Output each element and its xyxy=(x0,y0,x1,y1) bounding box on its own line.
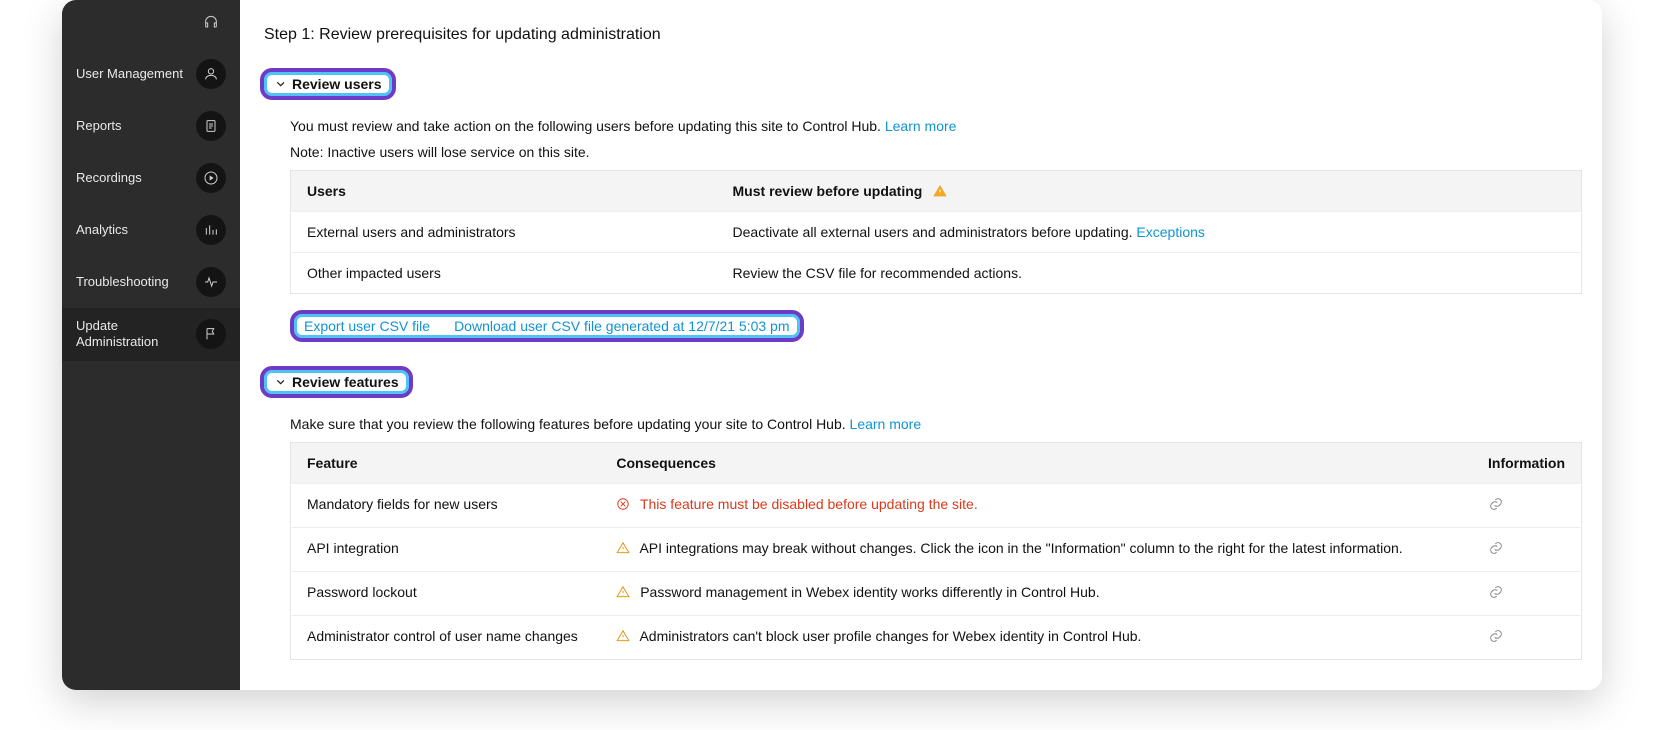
must-review-col-header: Must review before updating xyxy=(717,171,1582,212)
consequence-cell: API integrations may break without chang… xyxy=(600,528,1472,572)
sidebar-item-label: Troubleshooting xyxy=(76,274,196,290)
sidebar-item-label: Reports xyxy=(76,118,196,134)
user-icon xyxy=(196,59,226,89)
chevron-down-icon xyxy=(274,377,284,387)
review-users-description: You must review and take action on the f… xyxy=(290,118,1582,134)
information-col-header: Information xyxy=(1472,443,1582,484)
export-csv-link[interactable]: Export user CSV file xyxy=(304,318,430,334)
exceptions-link[interactable]: Exceptions xyxy=(1136,224,1204,240)
consequences-col-header: Consequences xyxy=(600,443,1472,484)
accordion-label: Review features xyxy=(292,374,399,390)
must-review-cell: Deactivate all external users and admini… xyxy=(717,212,1582,253)
table-row: Mandatory fields for new users This feat… xyxy=(291,484,1582,528)
step-title: Step 1: Review prerequisites for updatin… xyxy=(264,26,1582,44)
table-row: Other impacted users Review the CSV file… xyxy=(291,253,1582,294)
accordion-review-users[interactable]: Review users xyxy=(260,68,396,100)
sidebar-item-headset[interactable] xyxy=(62,8,240,48)
table-row: External users and administrators Deacti… xyxy=(291,212,1582,253)
info-link[interactable] xyxy=(1488,499,1504,515)
info-link[interactable] xyxy=(1488,543,1504,559)
consequence-cell: This feature must be disabled before upd… xyxy=(600,484,1472,528)
sidebar-item-user-management[interactable]: User Management xyxy=(62,48,240,100)
sidebar-item-label: Analytics xyxy=(76,222,196,238)
features-table: Feature Consequences Information Mandato… xyxy=(290,442,1582,660)
review-users-note: Note: Inactive users will lose service o… xyxy=(290,144,1582,160)
accordion-label: Review users xyxy=(292,76,382,92)
must-review-cell: Review the CSV file for recommended acti… xyxy=(717,253,1582,294)
chevron-down-icon xyxy=(274,79,284,89)
info-link[interactable] xyxy=(1488,587,1504,603)
play-icon xyxy=(196,163,226,193)
feature-cell: Mandatory fields for new users xyxy=(291,484,601,528)
error-icon xyxy=(616,497,630,511)
headset-icon xyxy=(196,8,226,38)
warning-icon xyxy=(616,585,630,599)
table-row: Administrator control of user name chang… xyxy=(291,616,1582,660)
users-table: Users Must review before updating Extern… xyxy=(290,170,1582,294)
sidebar-item-troubleshooting[interactable]: Troubleshooting xyxy=(62,256,240,308)
learn-more-link[interactable]: Learn more xyxy=(885,118,957,134)
flag-icon xyxy=(196,319,226,349)
users-cell: External users and administrators xyxy=(291,212,717,253)
warning-icon xyxy=(616,629,630,643)
main-content: Step 1: Review prerequisites for updatin… xyxy=(240,0,1602,690)
link-icon xyxy=(1488,496,1504,512)
consequence-cell: Administrators can't block user profile … xyxy=(600,616,1472,660)
sidebar-item-analytics[interactable]: Analytics xyxy=(62,204,240,256)
feature-cell: Administrator control of user name chang… xyxy=(291,616,601,660)
review-features-description: Make sure that you review the following … xyxy=(290,416,1582,432)
table-row: API integration API integrations may bre… xyxy=(291,528,1582,572)
app-window: User Management Reports Recordings Analy… xyxy=(62,0,1602,690)
info-link[interactable] xyxy=(1488,631,1504,647)
consequence-cell: Password management in Webex identity wo… xyxy=(600,572,1472,616)
sidebar-item-reports[interactable]: Reports xyxy=(62,100,240,152)
csv-links: Export user CSV file Download user CSV f… xyxy=(290,310,804,342)
warning-icon xyxy=(932,183,948,199)
sidebar-item-label: User Management xyxy=(76,66,196,82)
file-icon xyxy=(196,111,226,141)
learn-more-link[interactable]: Learn more xyxy=(850,416,922,432)
link-icon xyxy=(1488,540,1504,556)
sidebar-item-update-administration[interactable]: Update Administration xyxy=(62,308,240,361)
pulse-icon xyxy=(196,267,226,297)
feature-col-header: Feature xyxy=(291,443,601,484)
users-col-header: Users xyxy=(291,171,717,212)
table-row: Password lockout Password management in … xyxy=(291,572,1582,616)
sidebar: User Management Reports Recordings Analy… xyxy=(62,0,240,690)
feature-cell: Password lockout xyxy=(291,572,601,616)
download-csv-link[interactable]: Download user CSV file generated at 12/7… xyxy=(454,318,789,334)
link-icon xyxy=(1488,628,1504,644)
sidebar-item-label: Update Administration xyxy=(76,318,196,351)
sidebar-item-recordings[interactable]: Recordings xyxy=(62,152,240,204)
warning-icon xyxy=(616,541,630,555)
link-icon xyxy=(1488,584,1504,600)
feature-cell: API integration xyxy=(291,528,601,572)
accordion-review-features[interactable]: Review features xyxy=(260,366,413,398)
sidebar-item-label: Recordings xyxy=(76,170,196,186)
bar-chart-icon xyxy=(196,215,226,245)
users-cell: Other impacted users xyxy=(291,253,717,294)
